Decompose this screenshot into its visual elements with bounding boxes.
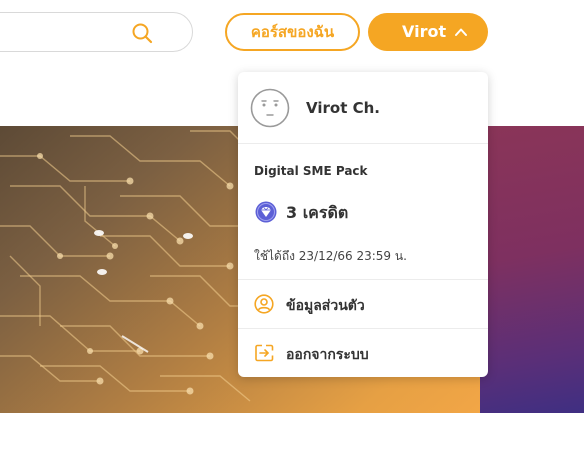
credit-count: 3 เครดิต [286,203,349,222]
package-name: Digital SME Pack [254,164,368,178]
profile-label: ข้อมูลส่วนตัว [286,298,365,314]
user-circle-icon [254,294,274,314]
banner-side-panel [480,126,584,413]
profile-menu-item[interactable]: ข้อมูลส่วนตัว [238,279,488,327]
logout-menu-item[interactable]: ออกจากระบบ [238,328,488,376]
user-menu-button[interactable]: Virot [368,13,488,51]
page: คอร์สของฉัน Virot Virot Ch. Digital SME … [0,0,584,468]
search-bar[interactable] [0,12,193,52]
diamond-icon [255,201,277,223]
search-input[interactable] [5,22,125,42]
user-dropdown-menu: Virot Ch. Digital SME Pack 3 เครดิต ใช้ไ… [238,72,488,377]
logout-label: ออกจากระบบ [286,347,369,363]
user-button-label: Virot [402,22,447,41]
menu-user-name: Virot Ch. [306,99,380,117]
search-icon[interactable] [131,22,153,44]
chevron-up-icon [455,28,467,36]
avatar-face-icon [250,88,290,128]
my-courses-button[interactable]: คอร์สของฉัน [225,13,360,51]
valid-until-text: ใช้ได้ถึง 23/12/66 23:59 น. [254,249,407,263]
menu-header: Virot Ch. [238,72,488,144]
logout-icon [255,344,274,362]
